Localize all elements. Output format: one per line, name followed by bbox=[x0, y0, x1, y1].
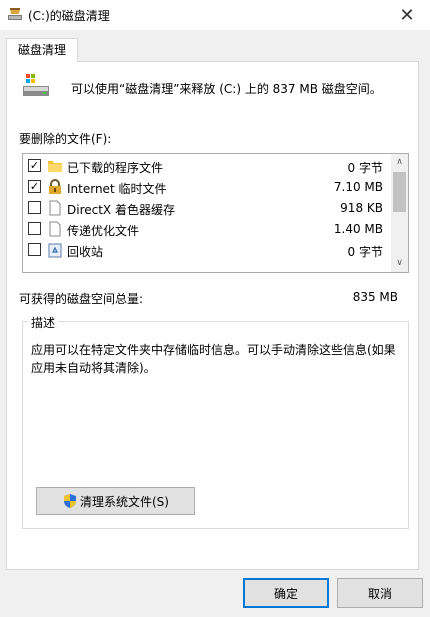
file-name: 回收站 bbox=[67, 245, 104, 259]
scroll-thumb[interactable] bbox=[393, 172, 406, 212]
scroll-up-icon[interactable]: ∧ bbox=[391, 154, 408, 171]
list-item[interactable]: DirectX 着色器缓存 918 KB bbox=[23, 198, 389, 219]
cancel-button[interactable]: 取消 bbox=[337, 578, 423, 608]
file-icon bbox=[47, 200, 63, 216]
description-legend: 描述 bbox=[28, 314, 59, 331]
summary-text: 可以使用“磁盘清理”来释放 (C:) 上的 837 MB 磁盘空间。 bbox=[71, 82, 382, 96]
checkbox[interactable] bbox=[28, 201, 41, 214]
files-to-delete-label: 要删除的文件(F): bbox=[19, 132, 112, 146]
file-name: DirectX 着色器缓存 bbox=[67, 203, 175, 217]
close-button[interactable]: ✕ bbox=[384, 0, 430, 30]
uac-shield-icon bbox=[62, 493, 78, 509]
list-item[interactable]: ✓ 已下载的程序文件 0 字节 bbox=[23, 156, 389, 177]
vertical-scrollbar[interactable]: ∧ ∨ bbox=[391, 154, 408, 272]
drive-icon bbox=[21, 72, 51, 98]
folder-icon bbox=[47, 158, 63, 174]
main-panel: 可以使用“磁盘清理”来释放 (C:) 上的 837 MB 磁盘空间。 要删除的文… bbox=[6, 61, 419, 570]
file-list[interactable]: ✓ 已下载的程序文件 0 字节 ✓ Internet 临时文件 7.10 MB … bbox=[22, 153, 409, 273]
file-size: 0 字节 bbox=[347, 161, 383, 175]
file-size: 1.40 MB bbox=[333, 222, 383, 236]
cleanup-system-files-label: 清理系统文件(S) bbox=[80, 494, 169, 509]
list-item[interactable]: 回收站 0 字节 bbox=[23, 240, 389, 261]
cleanup-system-files-button[interactable]: 清理系统文件(S) bbox=[36, 487, 195, 515]
lock-icon bbox=[47, 179, 63, 195]
checkbox[interactable]: ✓ bbox=[28, 159, 41, 172]
file-name: 已下载的程序文件 bbox=[67, 161, 164, 175]
checkbox[interactable]: ✓ bbox=[28, 180, 41, 193]
ok-button[interactable]: 确定 bbox=[243, 578, 329, 608]
file-size: 918 KB bbox=[340, 201, 383, 215]
window-title: (C:)的磁盘清理 bbox=[28, 9, 110, 23]
file-icon bbox=[47, 221, 63, 237]
checkbox[interactable] bbox=[28, 243, 41, 256]
total-space-value: 835 MB bbox=[352, 290, 398, 304]
close-icon: ✕ bbox=[399, 4, 415, 26]
file-name: 传递优化文件 bbox=[67, 224, 140, 238]
disk-cleanup-icon bbox=[7, 6, 23, 22]
file-size: 7.10 MB bbox=[333, 180, 383, 194]
scroll-down-icon[interactable]: ∨ bbox=[391, 255, 408, 272]
total-space-label: 可获得的磁盘空间总量: bbox=[19, 292, 144, 306]
description-text: 应用可以在特定文件夹中存储临时信息。可以手动清除这些信息(如果应用未自动将其清除… bbox=[31, 343, 396, 375]
list-item[interactable]: 传递优化文件 1.40 MB bbox=[23, 219, 389, 240]
description-group: 描述 应用可以在特定文件夹中存储临时信息。可以手动清除这些信息(如果应用未自动将… bbox=[22, 314, 409, 529]
recycle-bin-icon bbox=[47, 242, 63, 258]
title-bar: (C:)的磁盘清理 ✕ bbox=[0, 0, 430, 30]
list-item[interactable]: ✓ Internet 临时文件 7.10 MB bbox=[23, 177, 389, 198]
tab-disk-cleanup[interactable]: 磁盘清理 bbox=[6, 38, 78, 62]
file-name: Internet 临时文件 bbox=[67, 182, 167, 196]
file-size: 0 字节 bbox=[347, 245, 383, 259]
checkbox[interactable] bbox=[28, 222, 41, 235]
